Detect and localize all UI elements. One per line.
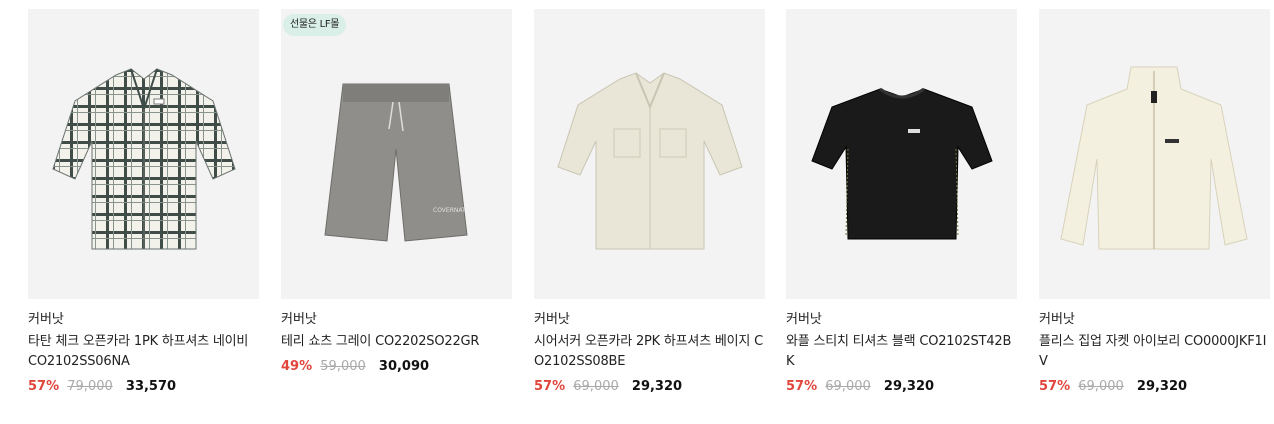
original-price: 79,000	[67, 379, 113, 394]
beige-shirt-image	[557, 72, 743, 250]
product-price: 57% 79,000 33,570	[28, 378, 259, 396]
product-title[interactable]: 플리스 집업 자켓 아이보리 CO0000JKF1IV	[1039, 332, 1270, 372]
plaid-shirt-image	[52, 68, 236, 250]
black-tshirt-image	[811, 87, 993, 240]
product-grid: 커버낫 타탄 체크 오픈카라 1PK 하프셔츠 네이비 CO2102SS06NA…	[0, 0, 1274, 424]
product-thumbnail[interactable]	[28, 9, 259, 299]
product-thumbnail[interactable]	[1039, 9, 1270, 299]
product-brand: 커버낫	[1039, 312, 1075, 327]
product-card[interactable]: 커버낫 플리스 집업 자켓 아이보리 CO0000JKF1IV 57% 69,0…	[1039, 9, 1270, 396]
product-price: 57% 69,000 29,320	[786, 378, 1017, 396]
product-title[interactable]: 타탄 체크 오픈카라 1PK 하프셔츠 네이비 CO2102SS06NA	[28, 332, 259, 372]
sale-price: 29,320	[1136, 379, 1188, 394]
sale-price: 33,570	[125, 379, 177, 394]
product-thumbnail[interactable]: COVERNAT 선물은 LF몰	[281, 9, 512, 299]
discount-rate: 57%	[1039, 379, 1071, 394]
product-price: 57% 69,000 29,320	[534, 378, 765, 396]
product-card[interactable]: COVERNAT 선물은 LF몰 커버낫 테리 쇼츠 그레이 CO2202SO2…	[281, 9, 512, 376]
product-card[interactable]: 커버낫 시어서커 오픈카라 2PK 하프셔츠 베이지 CO2102SS08BE …	[534, 9, 765, 396]
sale-price: 29,320	[883, 379, 935, 394]
product-title[interactable]: 테리 쇼츠 그레이 CO2202SO22GR	[281, 332, 512, 352]
svg-text:COVERNAT: COVERNAT	[433, 207, 466, 214]
product-title[interactable]: 와플 스티치 티셔츠 블랙 CO2102ST42BK	[786, 332, 1017, 372]
product-brand: 커버낫	[28, 312, 64, 327]
discount-rate: 57%	[786, 379, 818, 394]
product-card[interactable]: 커버낫 타탄 체크 오픈카라 1PK 하프셔츠 네이비 CO2102SS06NA…	[28, 9, 259, 396]
product-brand: 커버낫	[786, 312, 822, 327]
product-card[interactable]: 커버낫 와플 스티치 티셔츠 블랙 CO2102ST42BK 57% 69,00…	[786, 9, 1017, 396]
ivory-fleece-jacket-image	[1060, 66, 1248, 250]
product-brand: 커버낫	[281, 312, 317, 327]
discount-rate: 57%	[534, 379, 566, 394]
original-price: 69,000	[1078, 379, 1124, 394]
product-price: 57% 69,000 29,320	[1039, 378, 1270, 396]
original-price: 69,000	[825, 379, 871, 394]
product-thumbnail[interactable]	[786, 9, 1017, 299]
product-brand: 커버낫	[534, 312, 570, 327]
original-price: 59,000	[320, 359, 366, 374]
grey-shorts-image: COVERNAT	[324, 83, 468, 242]
product-title[interactable]: 시어서커 오픈카라 2PK 하프셔츠 베이지 CO2102SS08BE	[534, 332, 765, 372]
original-price: 69,000	[573, 379, 619, 394]
product-price: 49% 59,000 30,090	[281, 358, 512, 376]
sale-price: 30,090	[378, 359, 430, 374]
discount-rate: 49%	[281, 359, 313, 374]
sale-price: 29,320	[631, 379, 683, 394]
promo-badge: 선물은 LF몰	[283, 14, 347, 36]
product-thumbnail[interactable]	[534, 9, 765, 299]
discount-rate: 57%	[28, 379, 60, 394]
